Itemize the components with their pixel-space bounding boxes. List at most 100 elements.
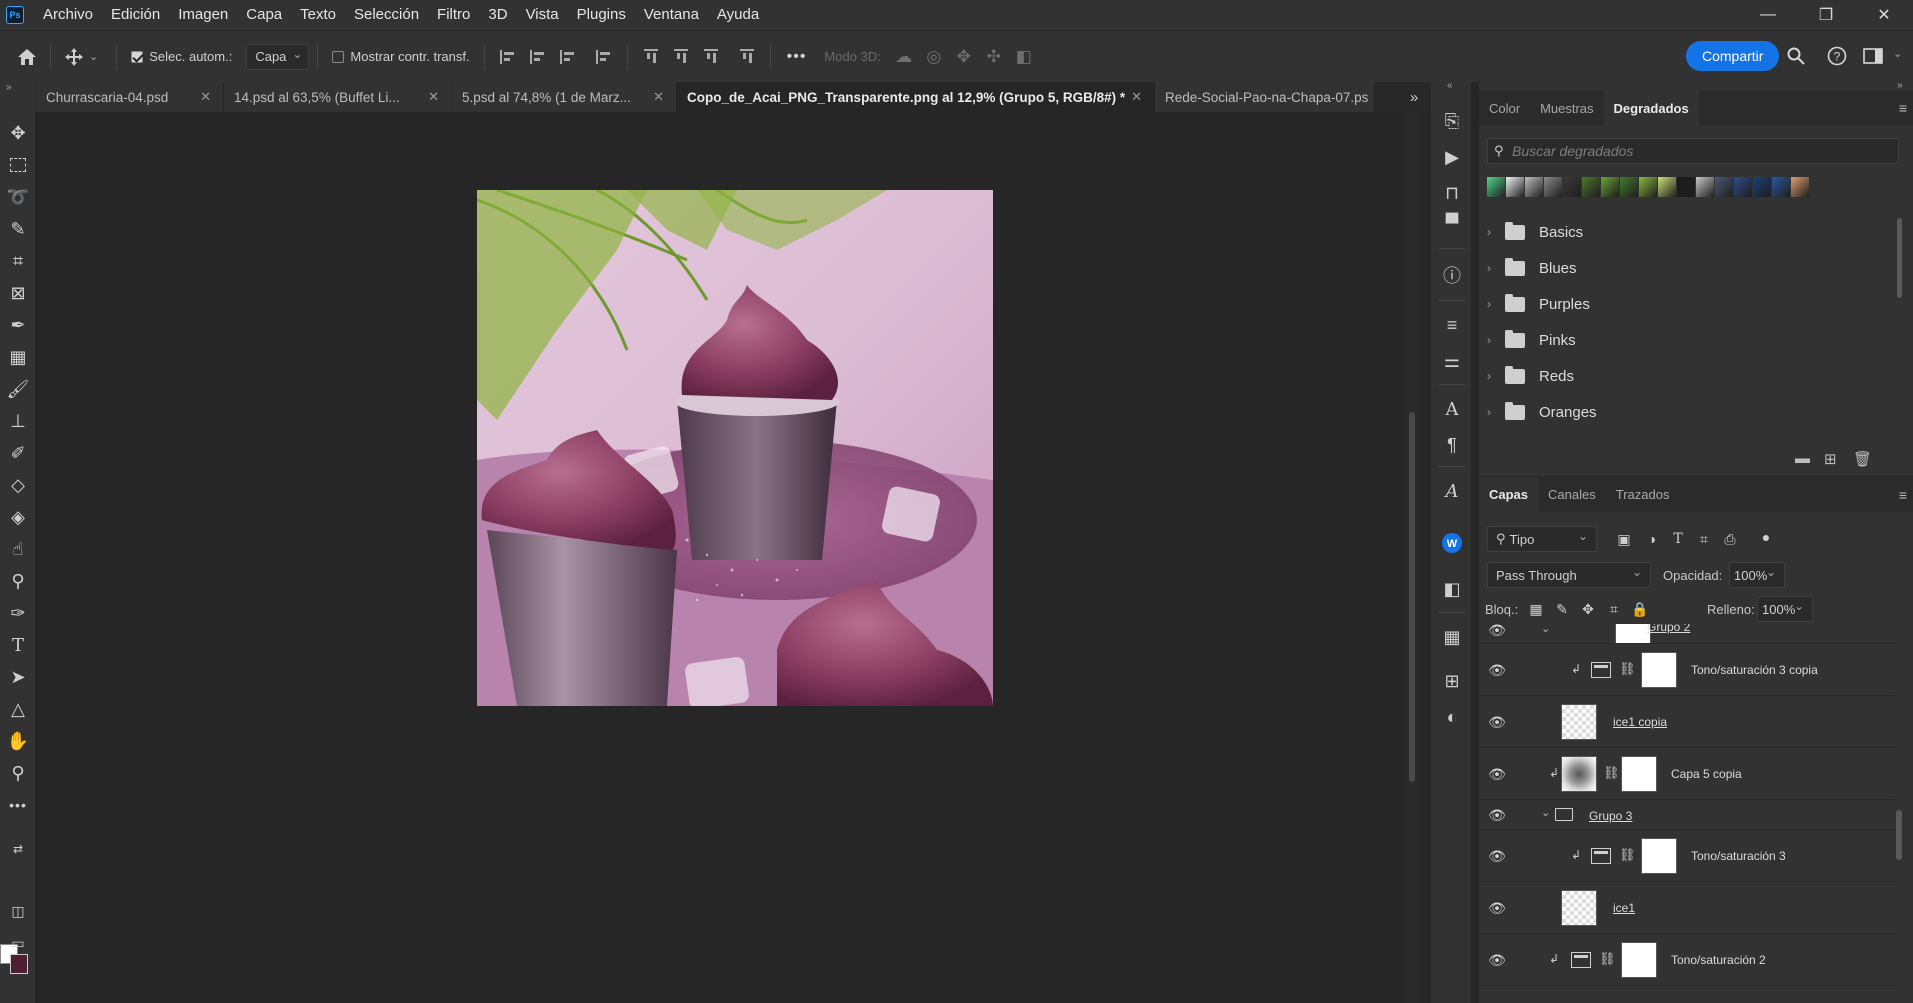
- properties-icon[interactable]: ⊞: [1437, 666, 1467, 696]
- gradient-preset-swatch[interactable]: [1639, 177, 1657, 197]
- tab-capas[interactable]: Capas: [1479, 476, 1539, 513]
- eye-icon[interactable]: 👁: [1487, 660, 1507, 680]
- gradient-folder-basics[interactable]: › Basics: [1487, 214, 1887, 250]
- gradient-preset-swatch[interactable]: [1563, 177, 1581, 197]
- align-right-icon[interactable]: [553, 42, 583, 72]
- layer-mask-thumbnail[interactable]: [1641, 652, 1677, 688]
- gradients-search-input[interactable]: ⚲ Buscar degradados: [1487, 138, 1899, 164]
- close-button[interactable]: ✕: [1855, 0, 1913, 30]
- wordpress-plugin-icon[interactable]: W: [1437, 528, 1467, 558]
- minimize-button[interactable]: —: [1739, 0, 1797, 30]
- edit-toolbar-icon[interactable]: •••: [0, 790, 36, 820]
- distribute-vertical-icon[interactable]: [732, 42, 762, 72]
- gradient-folder-purples[interactable]: › Purples: [1487, 286, 1887, 322]
- gradient-folder-oranges[interactable]: › Oranges: [1487, 394, 1887, 430]
- layer-mask-thumbnail[interactable]: [1621, 942, 1657, 978]
- eraser-tool-icon[interactable]: ◇: [0, 470, 36, 500]
- gradient-preset-swatch[interactable]: [1677, 177, 1695, 197]
- close-icon[interactable]: ✕: [428, 89, 439, 105]
- menu-plugins[interactable]: Plugins: [568, 0, 635, 30]
- zoom-tool-icon[interactable]: ⚲: [0, 758, 36, 788]
- clone-stamp-tool-icon[interactable]: ⊥: [0, 406, 36, 436]
- filter-pixel-icon[interactable]: ▣: [1613, 528, 1635, 550]
- character-icon[interactable]: A: [1437, 394, 1467, 424]
- align-center-icon[interactable]: [523, 42, 553, 72]
- gradient-preset-swatch[interactable]: [1487, 177, 1505, 197]
- gradient-preset-swatch[interactable]: [1696, 177, 1714, 197]
- marquee-tool-icon[interactable]: [0, 150, 36, 180]
- menu-texto[interactable]: Texto: [291, 0, 345, 30]
- menu-ayuda[interactable]: Ayuda: [708, 0, 768, 30]
- gradient-preset-swatch[interactable]: [1658, 177, 1676, 197]
- path-selection-tool-icon[interactable]: ➤: [0, 662, 36, 692]
- tab-muestras[interactable]: Muestras: [1530, 90, 1603, 126]
- gradient-preset-swatch[interactable]: [1544, 177, 1562, 197]
- layer-row[interactable]: 👁 ↲ ⛓ Tono/saturación 3 copia: [1479, 644, 1895, 696]
- layer-row[interactable]: 👁 ↲ ⛓ Tono/saturación 2: [1479, 934, 1895, 986]
- filter-adjustment-icon[interactable]: ◑: [1641, 528, 1663, 550]
- lock-position-icon[interactable]: ✥: [1577, 598, 1599, 620]
- gradient-preset-swatch[interactable]: [1582, 177, 1600, 197]
- share-button[interactable]: Compartir: [1686, 41, 1780, 71]
- gradient-preset-swatch[interactable]: [1601, 177, 1619, 197]
- doc-tab-copo-de-acai[interactable]: Copo_de_Acai_PNG_Transparente.png al 12,…: [677, 82, 1155, 112]
- quick-mask-icon[interactable]: ◫: [0, 896, 36, 926]
- doc-tab-rede-social[interactable]: Rede-Social-Pao-na-Chapa-07.ps: [1155, 82, 1375, 112]
- gradient-preset-swatch[interactable]: [1734, 177, 1752, 197]
- restore-button[interactable]: ❐: [1797, 0, 1855, 30]
- blend-mode-dropdown[interactable]: Pass Through: [1487, 562, 1651, 588]
- tab-trazados[interactable]: Trazados: [1606, 477, 1680, 513]
- align-bottom-icon[interactable]: [696, 42, 726, 72]
- comments-icon[interactable]: ▀: [1437, 208, 1467, 238]
- gradient-preset-swatch[interactable]: [1506, 177, 1524, 197]
- doc-tab-5-psd[interactable]: 5.psd al 74,8% (1 de Marz... ✕: [452, 82, 677, 112]
- distribute-horizontal-icon[interactable]: [589, 42, 619, 72]
- gradient-preset-swatch[interactable]: [1772, 177, 1790, 197]
- link-icon[interactable]: ⛓: [1603, 765, 1620, 781]
- canvas-area[interactable]: [37, 112, 1403, 1003]
- type-tool-icon[interactable]: T: [0, 630, 36, 660]
- chevron-down-icon[interactable]: ⌄: [1541, 624, 1550, 635]
- document-canvas-image[interactable]: [477, 190, 993, 706]
- chevron-down-icon[interactable]: ⌄: [89, 50, 98, 63]
- tab-canales[interactable]: Canales: [1538, 477, 1606, 513]
- orbit-3d-icon[interactable]: ☁: [889, 47, 919, 67]
- chevron-down-icon[interactable]: ⌄: [1541, 806, 1550, 819]
- scrollbar-thumb[interactable]: [1896, 810, 1902, 860]
- lock-artboard-icon[interactable]: ⌗: [1603, 598, 1625, 620]
- gradient-preset-swatch[interactable]: [1791, 177, 1809, 197]
- lock-all-icon[interactable]: 🔒: [1629, 598, 1651, 620]
- gradient-preset-swatch[interactable]: [1620, 177, 1638, 197]
- menu-ventana[interactable]: Ventana: [635, 0, 708, 30]
- gradient-folder-pinks[interactable]: › Pinks: [1487, 322, 1887, 358]
- move-tool-icon[interactable]: [59, 42, 89, 72]
- link-icon[interactable]: ⛓: [1619, 661, 1636, 677]
- layer-mask-thumbnail[interactable]: [1621, 756, 1657, 792]
- menu-capa[interactable]: Capa: [237, 0, 291, 30]
- hand-tool-icon[interactable]: ✋: [0, 726, 36, 756]
- layer-row[interactable]: 👁 ice1 copia: [1479, 696, 1895, 748]
- tab-degradados[interactable]: Degradados: [1603, 90, 1699, 126]
- layer-row[interactable]: 👁 ↲ ⛓ Tono/saturación 3: [1479, 830, 1895, 882]
- brush-settings-icon[interactable]: ≡: [1437, 310, 1467, 340]
- gradient-folder-blues[interactable]: › Blues: [1487, 250, 1887, 286]
- layer-row[interactable]: 👁 ice1: [1479, 882, 1895, 934]
- plugins-icon[interactable]: ⊓: [1437, 178, 1467, 208]
- shape-tool-icon[interactable]: △: [0, 694, 36, 724]
- show-transform-checkbox[interactable]: [332, 50, 345, 63]
- roll-3d-icon[interactable]: ◎: [919, 47, 949, 67]
- workspace-icon[interactable]: [1858, 41, 1888, 71]
- scrollbar-thumb[interactable]: [1409, 412, 1415, 782]
- info-icon[interactable]: ⓘ: [1437, 260, 1467, 290]
- menu-seleccion[interactable]: Selección: [345, 0, 428, 30]
- panel-menu-icon[interactable]: ≡: [1899, 487, 1907, 503]
- crop-tool-icon[interactable]: ⌗: [0, 246, 36, 276]
- layer-row[interactable]: 👁 ⌄ Grupo 3: [1479, 800, 1895, 830]
- eye-icon[interactable]: 👁: [1487, 846, 1507, 866]
- close-icon[interactable]: ✕: [200, 89, 211, 105]
- lock-transparency-icon[interactable]: ▦: [1525, 598, 1547, 620]
- scale-3d-icon[interactable]: ◧: [1009, 47, 1039, 67]
- healing-brush-tool-icon[interactable]: ▦: [0, 342, 36, 372]
- gradient-preset-swatch[interactable]: [1753, 177, 1771, 197]
- eyedropper-tool-icon[interactable]: ✒: [0, 310, 36, 340]
